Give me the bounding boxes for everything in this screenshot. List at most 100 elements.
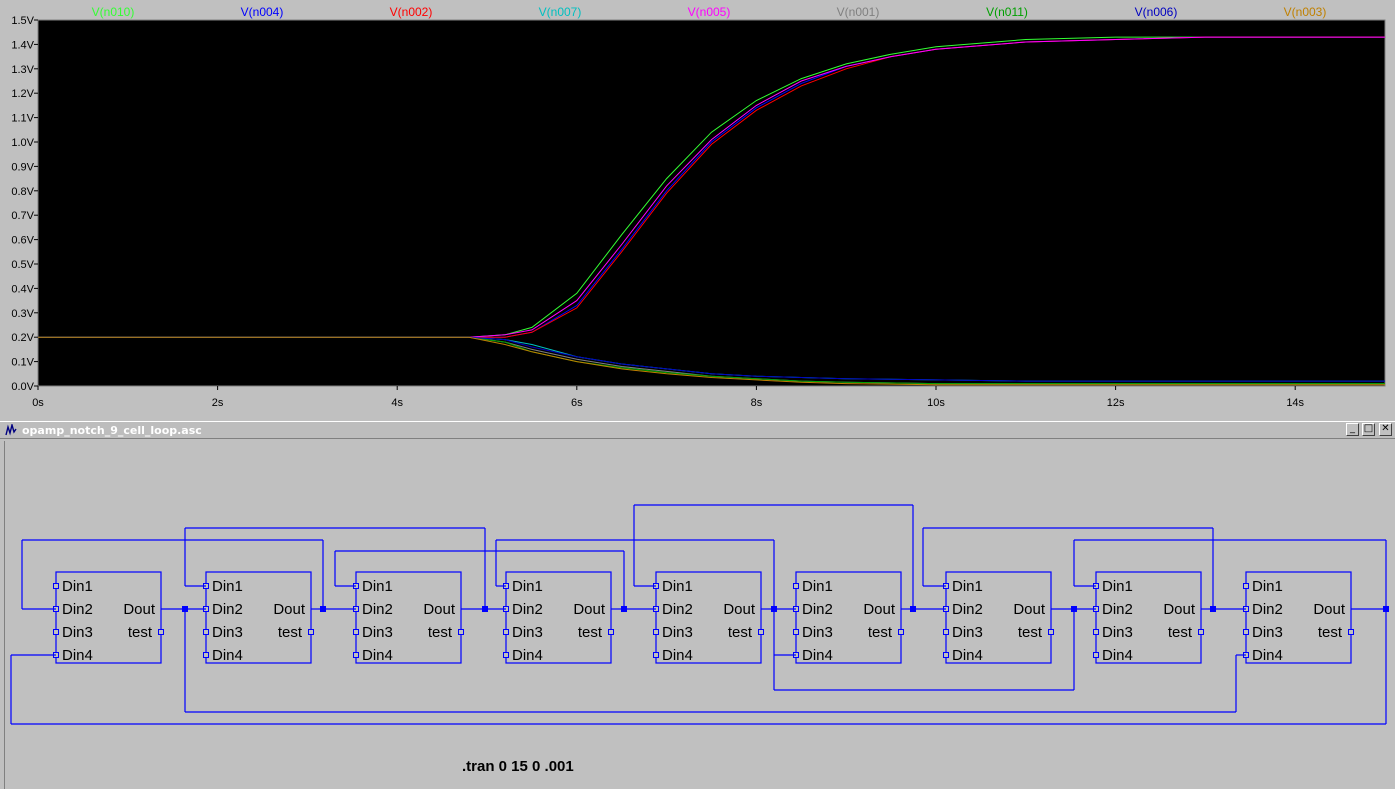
legend-label: V(n005) <box>688 5 731 19</box>
pin-label: Din4 <box>952 647 983 664</box>
schematic-window-title: opamp_notch_9_cell_loop.asc <box>22 424 202 437</box>
pin-label: Din3 <box>952 624 983 641</box>
opamp-block: Din1 Din2 Din3 Din4 Dout test <box>1093 571 1204 664</box>
pin-label: Din2 <box>62 601 93 618</box>
x-tick-label: 0s <box>32 397 44 409</box>
pin-label: Din2 <box>662 601 693 618</box>
pin-label: Din3 <box>1102 624 1133 641</box>
legend-label: V(n006) <box>1135 5 1178 19</box>
pin-label: Din3 <box>802 624 833 641</box>
y-tick-label: 1.5V <box>11 15 34 27</box>
opamp-block: Din1 Din2 Din3 Din4 Dout test <box>53 571 164 664</box>
pin-terminal <box>653 652 659 658</box>
legend-label: V(n002) <box>390 5 433 19</box>
opamp-block: Din1 Din2 Din3 Din4 Dout test <box>793 571 904 664</box>
y-tick-label: 1.2V <box>11 88 34 100</box>
legend-label: V(n004) <box>241 5 284 19</box>
y-tick-label: 0.2V <box>11 332 34 344</box>
pin-label: Din3 <box>362 624 393 641</box>
legend-label: V(n001) <box>837 5 880 19</box>
pin-label: Din2 <box>212 601 243 618</box>
legend-label: V(n007) <box>539 5 582 19</box>
pin-terminal <box>1348 629 1354 635</box>
close-icon: ✕ <box>1381 423 1390 434</box>
pin-terminal <box>1198 629 1204 635</box>
opamp-block: Din1 Din2 Din3 Din4 Dout test <box>653 571 764 664</box>
pin-terminal <box>608 629 614 635</box>
opamp-block: Din1 Din2 Din3 Din4 Dout test <box>203 571 314 664</box>
x-tick-label: 8s <box>751 397 763 409</box>
x-tick-label: 10s <box>927 397 945 409</box>
y-tick-label: 0.9V <box>11 161 34 173</box>
pin-label: Din1 <box>1252 578 1283 595</box>
pin-terminal <box>458 629 464 635</box>
schematic-diagram[interactable]: Din1 Din2 Din3 Din4 Dout test Din1 Din2 Din3 Din4… <box>5 441 1395 789</box>
y-tick-label: 0.5V <box>11 259 34 271</box>
pin-terminal <box>53 629 59 635</box>
pin-terminal <box>203 629 209 635</box>
pin-label: Din4 <box>62 647 93 664</box>
pin-label: Dout <box>1013 601 1046 618</box>
pin-terminal <box>1048 629 1054 635</box>
pin-label: test <box>1168 624 1193 641</box>
x-tick-label: 14s <box>1286 397 1304 409</box>
pin-label: Dout <box>423 601 456 618</box>
pin-label: Din4 <box>212 647 243 664</box>
y-tick-label: 1.4V <box>11 39 34 51</box>
legend-label: V(n011) <box>986 5 1028 19</box>
pin-label: Din1 <box>662 578 693 595</box>
pin-terminal <box>1243 583 1249 589</box>
close-button[interactable]: ✕ <box>1379 423 1392 436</box>
y-tick-label: 0.3V <box>11 308 34 320</box>
x-tick-label: 12s <box>1107 397 1125 409</box>
pin-terminal <box>158 629 164 635</box>
pin-label: Dout <box>1313 601 1346 618</box>
pin-label: Din2 <box>952 601 983 618</box>
opamp-block: Din1 Din2 Din3 Din4 Dout test <box>1243 571 1354 664</box>
minimize-button[interactable]: _ <box>1346 423 1359 436</box>
waveform-plot[interactable]: 1.5V 1.4V 1.3V 1.2V 1.1V 1.0V 0.9V 0.8V 0.7V 0.6V… <box>0 0 1395 412</box>
pin-terminal <box>653 629 659 635</box>
pin-label: Din3 <box>662 624 693 641</box>
pin-label: test <box>1018 624 1043 641</box>
pin-label: test <box>278 624 303 641</box>
pin-label: Din4 <box>512 647 543 664</box>
maximize-button[interactable]: □ <box>1362 423 1375 436</box>
waveform-plot-pane[interactable]: 1.5V 1.4V 1.3V 1.2V 1.1V 1.0V 0.9V 0.8V 0.7V 0.6V… <box>0 0 1395 412</box>
pin-terminal <box>353 652 359 658</box>
pin-label: Din1 <box>212 578 243 595</box>
pin-terminal <box>353 629 359 635</box>
pin-label: test <box>868 624 893 641</box>
pin-label: Din3 <box>1252 624 1283 641</box>
pin-label: test <box>578 624 603 641</box>
pin-terminal <box>1093 629 1099 635</box>
pin-terminal <box>308 629 314 635</box>
pin-terminal <box>793 583 799 589</box>
pin-terminal <box>758 629 764 635</box>
pin-terminal <box>943 629 949 635</box>
pin-label: Din4 <box>1102 647 1133 664</box>
schematic-title-bar[interactable]: opamp_notch_9_cell_loop.asc _ □ ✕ <box>0 421 1395 439</box>
spice-directive: .tran 0 15 0 .001 <box>462 758 574 775</box>
pin-terminal <box>943 652 949 658</box>
schematic-canvas[interactable]: Din1 Din2 Din3 Din4 Dout test Din1 Din2 Din3 Din4… <box>4 441 1395 789</box>
pin-label: Din3 <box>62 624 93 641</box>
pin-label: Din1 <box>1102 578 1133 595</box>
minimize-icon: _ <box>1350 423 1355 434</box>
x-tick-label: 6s <box>571 397 583 409</box>
pin-label: Din2 <box>1102 601 1133 618</box>
pin-label: Din1 <box>952 578 983 595</box>
pin-label: test <box>728 624 753 641</box>
plot-area <box>37 19 1386 387</box>
pin-label: Dout <box>1163 601 1196 618</box>
pin-label: Din4 <box>1252 647 1283 664</box>
pin-label: Din1 <box>62 578 93 595</box>
pin-label: Dout <box>123 601 156 618</box>
pin-label: test <box>428 624 453 641</box>
pin-label: Din2 <box>512 601 543 618</box>
pin-label: test <box>1318 624 1343 641</box>
y-tick-label: 0.7V <box>11 210 34 222</box>
y-tick-label: 0.8V <box>11 186 34 198</box>
pin-label: Din1 <box>512 578 543 595</box>
pin-terminal <box>503 629 509 635</box>
